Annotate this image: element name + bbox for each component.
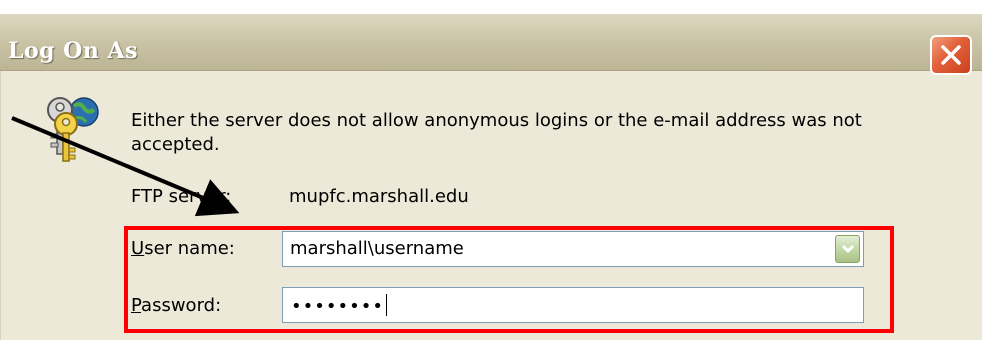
annotation-arrow (11, 116, 240, 217)
